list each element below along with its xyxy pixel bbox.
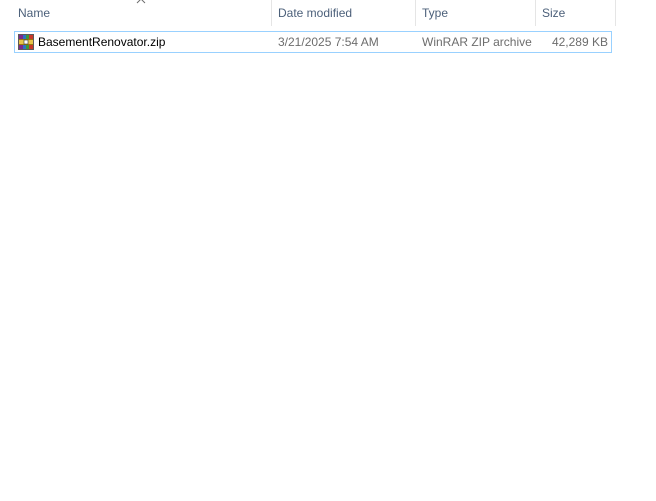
file-name-cell[interactable]: BasementRenovator.zip [15,32,271,52]
column-header-bar: Name Date modified Type Size [0,0,616,26]
column-header-name[interactable]: Name [12,0,271,26]
column-divider[interactable] [615,0,616,26]
file-size: 42,289 KB [551,35,608,49]
column-header-date-modified[interactable]: Date modified [272,0,415,26]
file-type: WinRAR ZIP archive [422,35,532,49]
file-name-label: BasementRenovator.zip [38,35,166,49]
column-header-size[interactable]: Size [536,0,615,26]
file-list-pane: Name Date modified Type Size BasementRen… [0,0,656,501]
file-date-modified: 3/21/2025 7:54 AM [278,35,379,49]
file-row[interactable]: BasementRenovator.zip 3/21/2025 7:54 AM … [14,31,612,53]
winrar-archive-icon [18,34,34,50]
column-header-type[interactable]: Type [416,0,535,26]
